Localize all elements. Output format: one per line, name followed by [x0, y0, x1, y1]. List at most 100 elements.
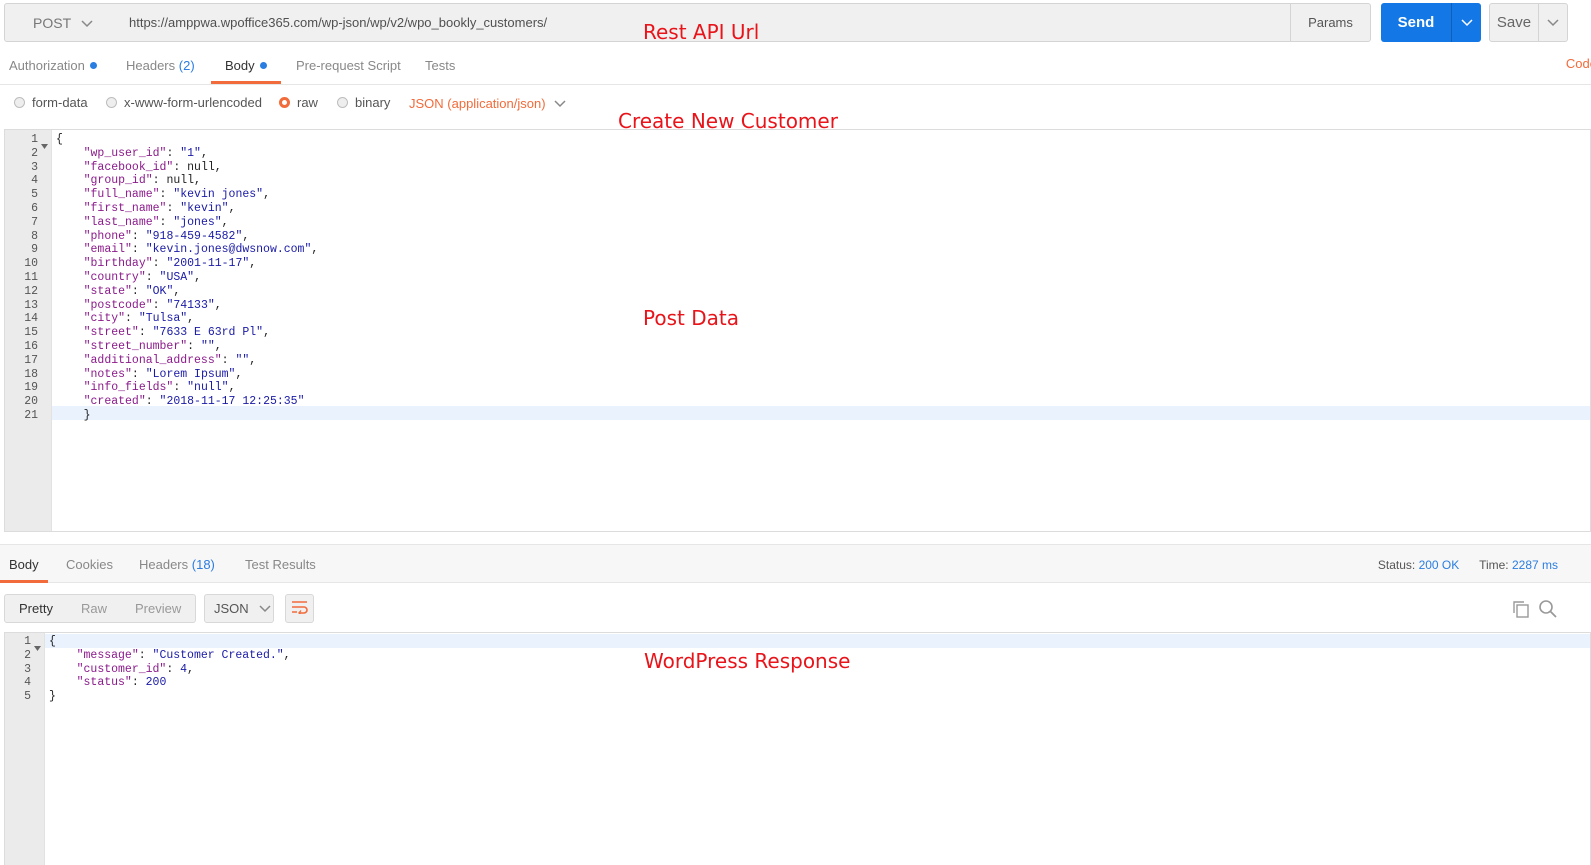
line-number: 20	[24, 395, 38, 409]
line-number: 5	[31, 188, 38, 202]
annotation-post-data: Post Data	[643, 306, 739, 330]
wrap-lines-button[interactable]	[285, 594, 314, 623]
code-link[interactable]: Code	[1566, 56, 1591, 71]
time-value: 2287 ms	[1511, 558, 1558, 572]
response-view-toolbar: Pretty Raw Preview JSON	[0, 584, 1591, 632]
line-number: 10	[24, 257, 38, 271]
code-line: "wp_user_id": "1",	[83, 146, 208, 160]
line-number: 12	[24, 284, 38, 298]
line-number: 4	[24, 676, 31, 690]
line-number: 3	[31, 160, 38, 174]
line-number: 11	[24, 271, 38, 284]
line-number: 21	[24, 409, 38, 422]
radio-circle-selected	[279, 97, 290, 108]
save-options-button[interactable]	[1538, 3, 1568, 42]
radio-raw[interactable]: raw	[279, 95, 318, 110]
radio-circle	[106, 97, 117, 108]
line-number: 9	[31, 243, 38, 257]
line-number: 2	[24, 648, 31, 662]
code-line: "full_name": "kevin jones",	[83, 188, 270, 202]
fold-arrow-icon[interactable]	[41, 137, 48, 152]
content-type-select[interactable]: JSON (application/json)	[409, 96, 566, 111]
line-number: 18	[24, 367, 38, 381]
radio-label: raw	[297, 95, 318, 110]
radio-label: form-data	[32, 95, 88, 110]
code-lines: { "message": "Customer Created.", "custo…	[49, 635, 291, 704]
code-line: "additional_address": "",	[83, 353, 257, 367]
code-line: "city": "Tulsa",	[83, 312, 195, 326]
modified-dot	[89, 62, 97, 70]
tab-body[interactable]: Body	[211, 48, 281, 84]
code-line: "postcode": "74133",	[83, 298, 222, 312]
code-line: }	[56, 408, 91, 422]
status-value: 200 OK	[1418, 558, 1460, 572]
line-number: 17	[24, 353, 38, 367]
response-format-select[interactable]: JSON	[204, 594, 274, 623]
tab-headers[interactable]: Headers (2)	[126, 48, 195, 84]
chevron-down-icon	[1460, 15, 1473, 30]
radio-circle	[337, 97, 348, 108]
tab-response-headers[interactable]: Headers (18)	[139, 545, 215, 583]
modified-dot	[259, 62, 267, 70]
tab-prerequest-script[interactable]: Pre-request Script	[296, 48, 401, 84]
tab-response-body[interactable]: Body	[0, 545, 48, 583]
code-line: {	[49, 635, 56, 648]
code-line: "info_fields": "null",	[83, 381, 236, 395]
request-body-editor[interactable]: 1 2 3 4 5 6 7 8 9 10 11 12 13 14 15 16 17 18 19 20 21 { "wp_…	[4, 129, 1591, 532]
code-line: "created": "2018-11-17 12:25:35"	[83, 395, 305, 409]
preview-button[interactable]: Preview	[121, 595, 195, 622]
wrap-lines-icon	[291, 600, 309, 617]
line-number: 2	[31, 146, 38, 160]
code-line: {	[56, 133, 63, 146]
tab-authorization[interactable]: Authorization	[9, 48, 97, 84]
line-number: 5	[24, 690, 31, 704]
chevron-down-icon	[554, 96, 566, 111]
response-tabs: Body Cookies Headers (18) Test Results S…	[0, 544, 1591, 583]
line-number: 15	[24, 326, 38, 340]
headers-count: (18)	[191, 557, 215, 572]
url-bar: POST https://amppwa.wpoffice365.com/wp-j…	[4, 3, 1591, 43]
tab-test-results[interactable]: Test Results	[245, 545, 316, 583]
line-number: 1	[24, 635, 31, 648]
code-line: "group_id": null,	[83, 174, 201, 188]
tab-tests[interactable]: Tests	[425, 48, 455, 84]
content-type-label: JSON (application/json)	[409, 96, 546, 111]
radio-label: binary	[355, 95, 391, 110]
code-line: "street_number": "",	[83, 339, 222, 353]
request-tabs: Authorization Headers (2) Body Pre-reque…	[0, 48, 1591, 85]
fold-arrow-icon[interactable]	[34, 639, 41, 654]
code-line: "street": "7633 E 63rd Pl",	[83, 326, 270, 340]
annotation-wordpress-response: WordPress Response	[644, 649, 851, 673]
format-label: JSON	[214, 601, 249, 616]
line-number: 7	[31, 215, 38, 229]
headers-count: (2)	[178, 58, 195, 73]
send-button[interactable]: Send	[1381, 3, 1451, 42]
tab-label: Headers	[139, 557, 189, 572]
radio-binary[interactable]: binary	[337, 95, 390, 110]
radio-urlencoded[interactable]: x-www-form-urlencoded	[106, 95, 262, 110]
params-button[interactable]: Params	[1290, 3, 1371, 42]
code-line: }	[49, 690, 56, 704]
line-number: 6	[31, 202, 38, 215]
search-icon[interactable]	[1538, 599, 1558, 622]
view-mode-group: Pretty Raw Preview	[4, 594, 197, 623]
save-button[interactable]: Save	[1489, 3, 1539, 42]
method-label: POST	[33, 14, 72, 31]
line-number: 13	[24, 298, 38, 312]
radio-form-data[interactable]: form-data	[14, 95, 88, 110]
copy-icon[interactable]	[1512, 600, 1530, 621]
pretty-button[interactable]: Pretty	[5, 595, 67, 622]
code-line: "country": "USA",	[83, 270, 201, 284]
tab-cookies[interactable]: Cookies	[66, 545, 113, 583]
send-options-button[interactable]	[1451, 3, 1481, 42]
code-lines: { "wp_user_id": "1", "facebook_id": null…	[56, 133, 318, 423]
tab-label: Headers	[126, 58, 176, 73]
code-line: "last_name": "jones",	[83, 215, 229, 229]
raw-button[interactable]: Raw	[67, 595, 121, 622]
method-select[interactable]: POST	[4, 3, 119, 42]
line-number: 1	[31, 133, 38, 146]
line-number: 19	[24, 381, 38, 395]
chevron-down-icon	[259, 601, 271, 616]
chevron-down-icon	[1547, 15, 1559, 30]
chevron-down-icon	[81, 15, 93, 31]
